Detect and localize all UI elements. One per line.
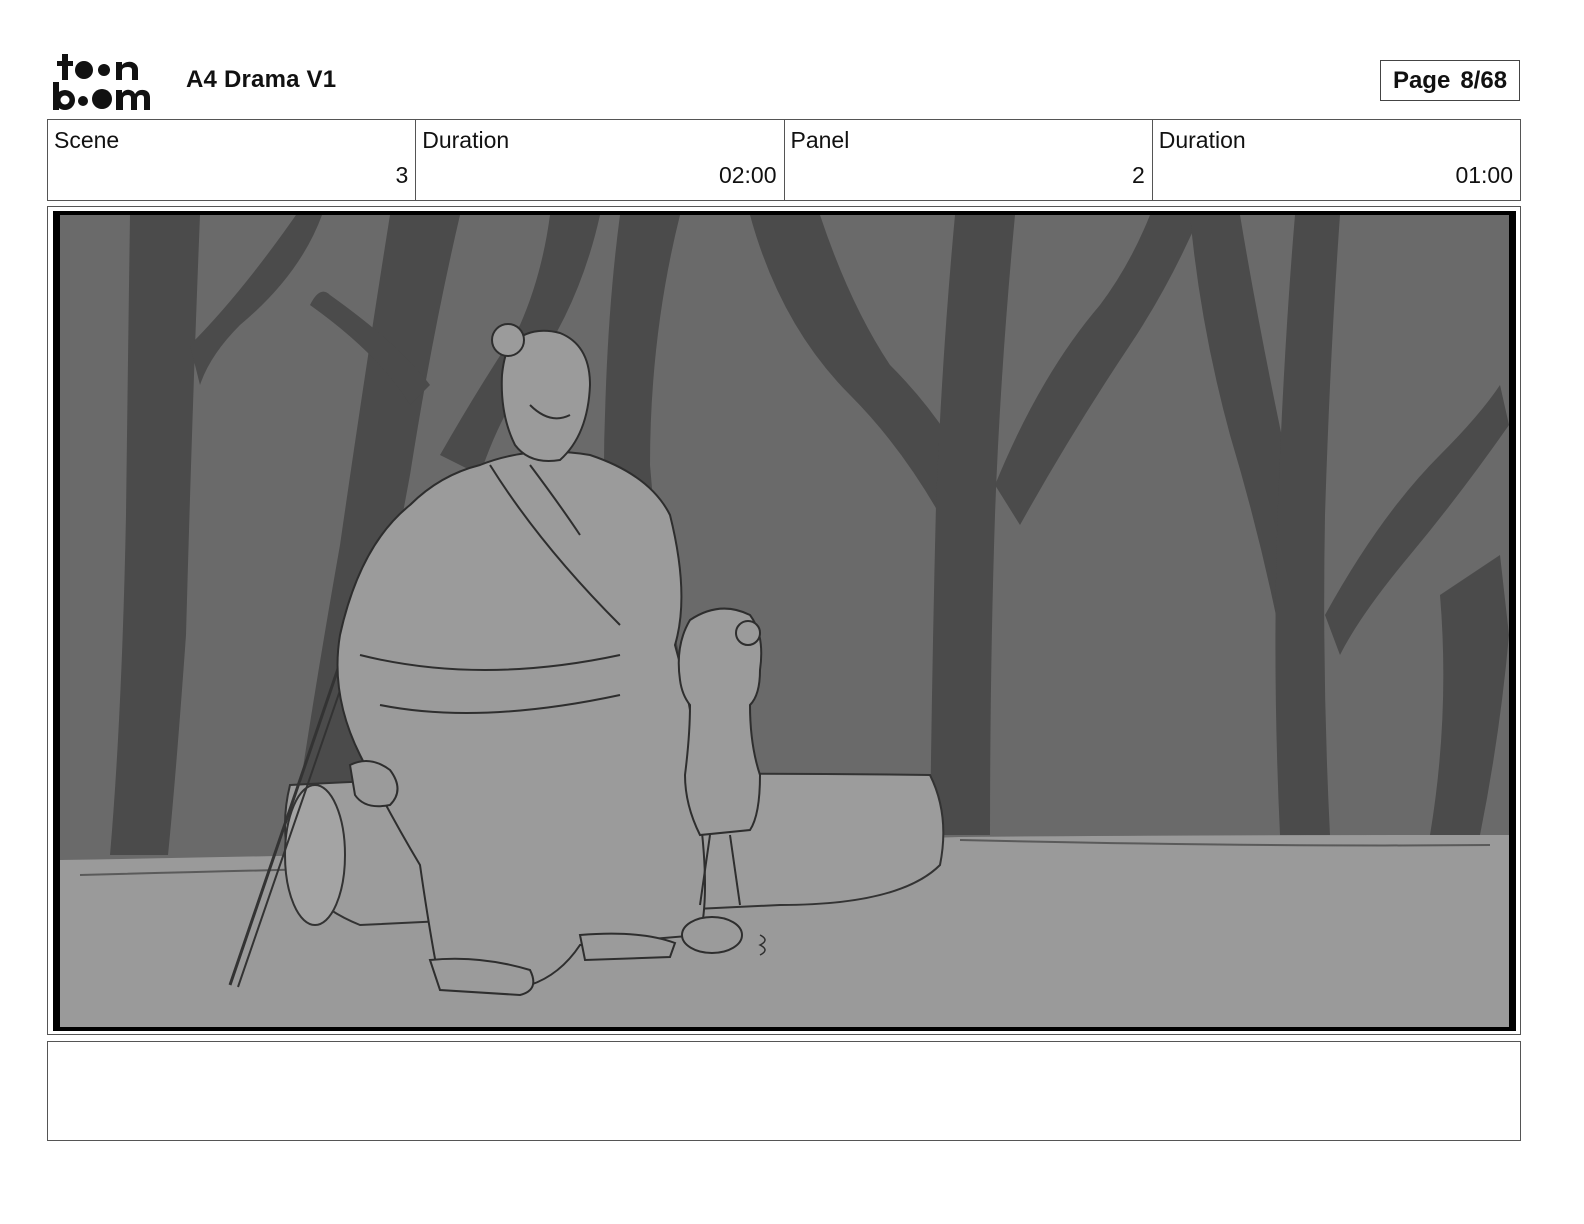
page-label: Page xyxy=(1392,66,1451,94)
scene-label: Scene xyxy=(54,127,120,153)
scene-duration-label: Duration xyxy=(422,127,510,153)
project-title: A4 Drama V1 xyxy=(186,66,337,93)
storyboard-panel-image xyxy=(53,211,1516,1031)
scene-duration-value: 02:00 xyxy=(718,162,777,188)
panel-duration-label: Duration xyxy=(1158,127,1246,153)
toonboom-logo-icon xyxy=(52,52,162,112)
scene-duration-cell: Duration 02:00 xyxy=(416,120,785,200)
scene-cell: Scene 3 xyxy=(48,120,417,200)
page-indicator: Page 8/68 xyxy=(1380,60,1520,101)
panel-label: Panel xyxy=(790,127,850,153)
panel-cell: Panel 2 xyxy=(785,120,1153,200)
panel-notes-box xyxy=(47,1041,1521,1141)
forest-sketch-illustration xyxy=(60,215,1509,1027)
panel-duration-value: 01:00 xyxy=(1455,162,1513,188)
page-number: 8/68 xyxy=(1460,66,1508,94)
panel-duration-cell: Duration 01:00 xyxy=(1153,120,1520,200)
scene-value: 3 xyxy=(395,162,409,188)
panel-value: 2 xyxy=(1131,162,1145,188)
panel-info-table: Scene 3 Duration 02:00 Panel 2 Duration … xyxy=(47,119,1521,201)
